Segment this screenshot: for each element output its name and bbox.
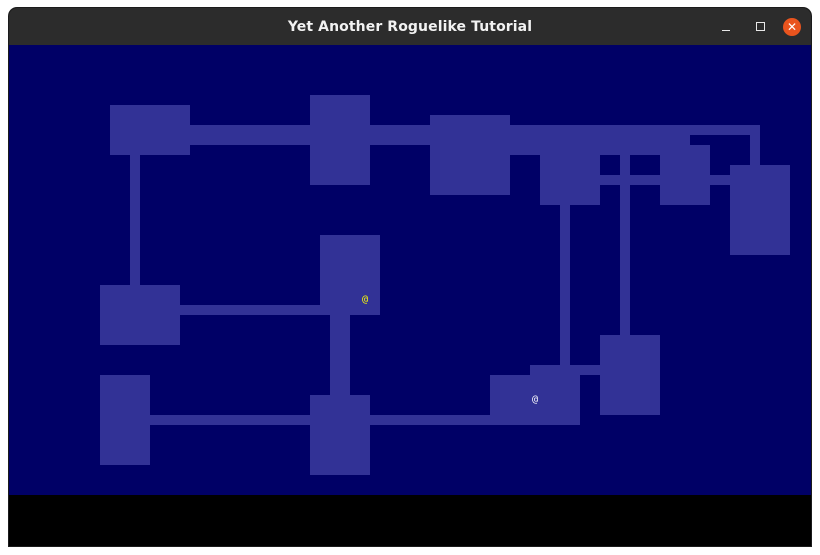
maximize-icon	[755, 22, 765, 31]
room	[600, 335, 660, 415]
corridor	[150, 415, 310, 425]
player-glyph: @	[531, 394, 539, 405]
room	[110, 105, 190, 155]
room	[310, 95, 370, 185]
room	[430, 115, 510, 195]
window-controls: ✕	[715, 8, 811, 45]
corridor	[750, 125, 760, 165]
room	[730, 165, 790, 255]
corridor	[510, 125, 690, 155]
corridor	[710, 175, 730, 185]
corridor	[620, 145, 630, 335]
corridor	[130, 155, 140, 285]
corridor	[600, 175, 660, 185]
room	[100, 285, 180, 345]
title-bar[interactable]: Yet Another Roguelike Tutorial ✕	[9, 8, 811, 45]
room	[320, 235, 380, 315]
close-icon: ✕	[786, 19, 798, 34]
corridor	[190, 125, 310, 145]
corridor	[370, 415, 490, 425]
corridor	[330, 315, 350, 395]
corridor	[370, 125, 430, 145]
corridor	[180, 305, 320, 315]
room	[310, 395, 370, 475]
room	[530, 365, 580, 385]
dungeon-map: @ @	[9, 45, 811, 495]
game-window: Yet Another Roguelike Tutorial ✕ @ @	[9, 8, 811, 546]
corridor	[560, 205, 570, 365]
npc-glyph: @	[361, 294, 369, 305]
minimize-icon	[722, 29, 730, 32]
minimize-button[interactable]	[715, 16, 737, 38]
close-button[interactable]: ✕	[783, 17, 801, 36]
room	[100, 375, 150, 465]
maximize-button[interactable]	[749, 16, 771, 38]
window-title: Yet Another Roguelike Tutorial	[287, 18, 533, 35]
message-log-panel	[9, 495, 811, 546]
corridor	[580, 365, 600, 375]
